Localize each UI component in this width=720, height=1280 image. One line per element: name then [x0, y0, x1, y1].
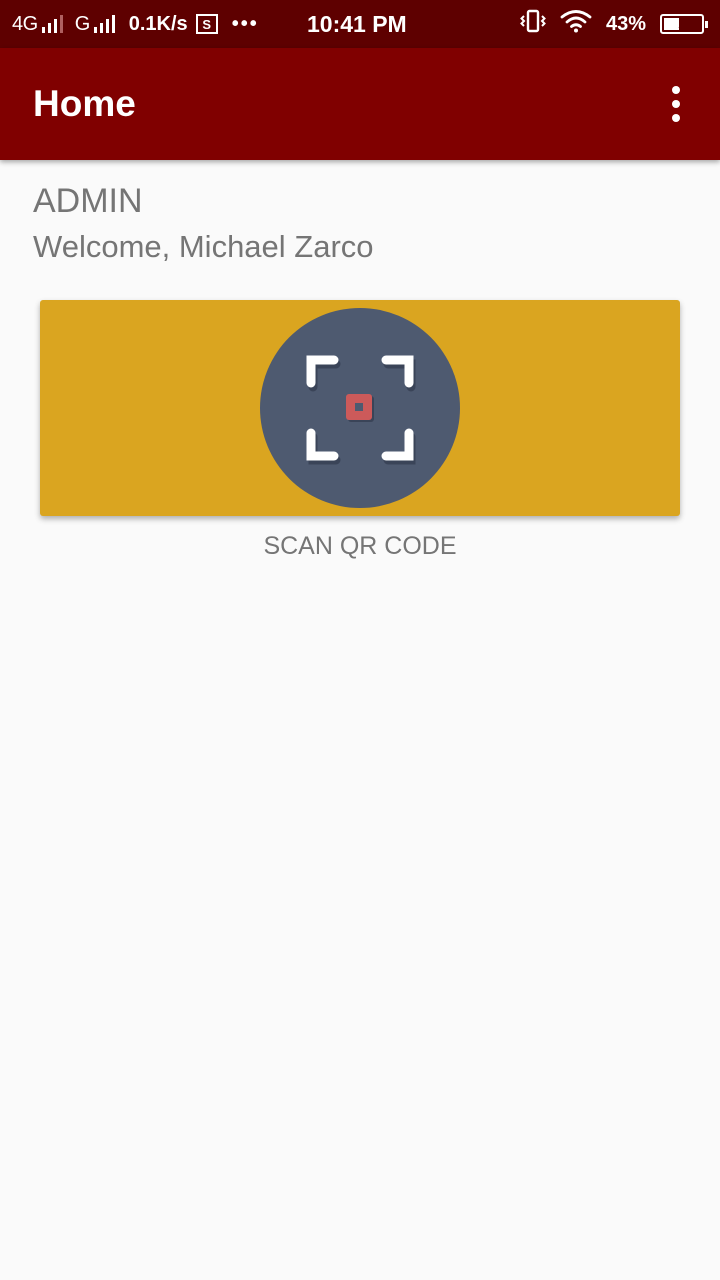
charging-bolt-icon: ⚡ [677, 16, 687, 31]
signal-strength-icon [41, 15, 63, 33]
app-bar: Home [0, 48, 720, 160]
status-bar-right: 43% ⚡ [520, 0, 708, 48]
screenshot-icon: S [195, 14, 218, 34]
scan-qr-button[interactable] [40, 300, 680, 516]
vibrate-icon [520, 9, 546, 39]
network-speed: 0.1K/s [128, 12, 188, 35]
network-type-4g: 4G [12, 12, 38, 35]
status-time: 10:41 PM [307, 10, 407, 37]
battery-icon: ⚡ [660, 14, 708, 34]
status-bar: 4G G 0.1K/s S ••• 10:41 PM 43% ⚡ [0, 0, 720, 48]
qr-scan-icon [260, 308, 460, 508]
page-title: Home [33, 83, 136, 124]
screenshot-icon-letter: S [202, 16, 212, 32]
welcome-text: Welcome, Michael Zarco [33, 229, 374, 264]
more-vert-icon[interactable] [662, 86, 690, 122]
status-bar-left: 4G G 0.1K/s S ••• [12, 0, 259, 48]
wifi-icon [560, 9, 592, 39]
role-label: ADMIN [33, 182, 143, 220]
network-type-g: G [74, 12, 91, 35]
signal-strength-icon-2 [93, 15, 115, 33]
battery-percent: 43% [605, 12, 646, 35]
scan-qr-label: SCAN QR CODE [263, 532, 457, 560]
more-notifications-icon: ••• [231, 12, 259, 35]
